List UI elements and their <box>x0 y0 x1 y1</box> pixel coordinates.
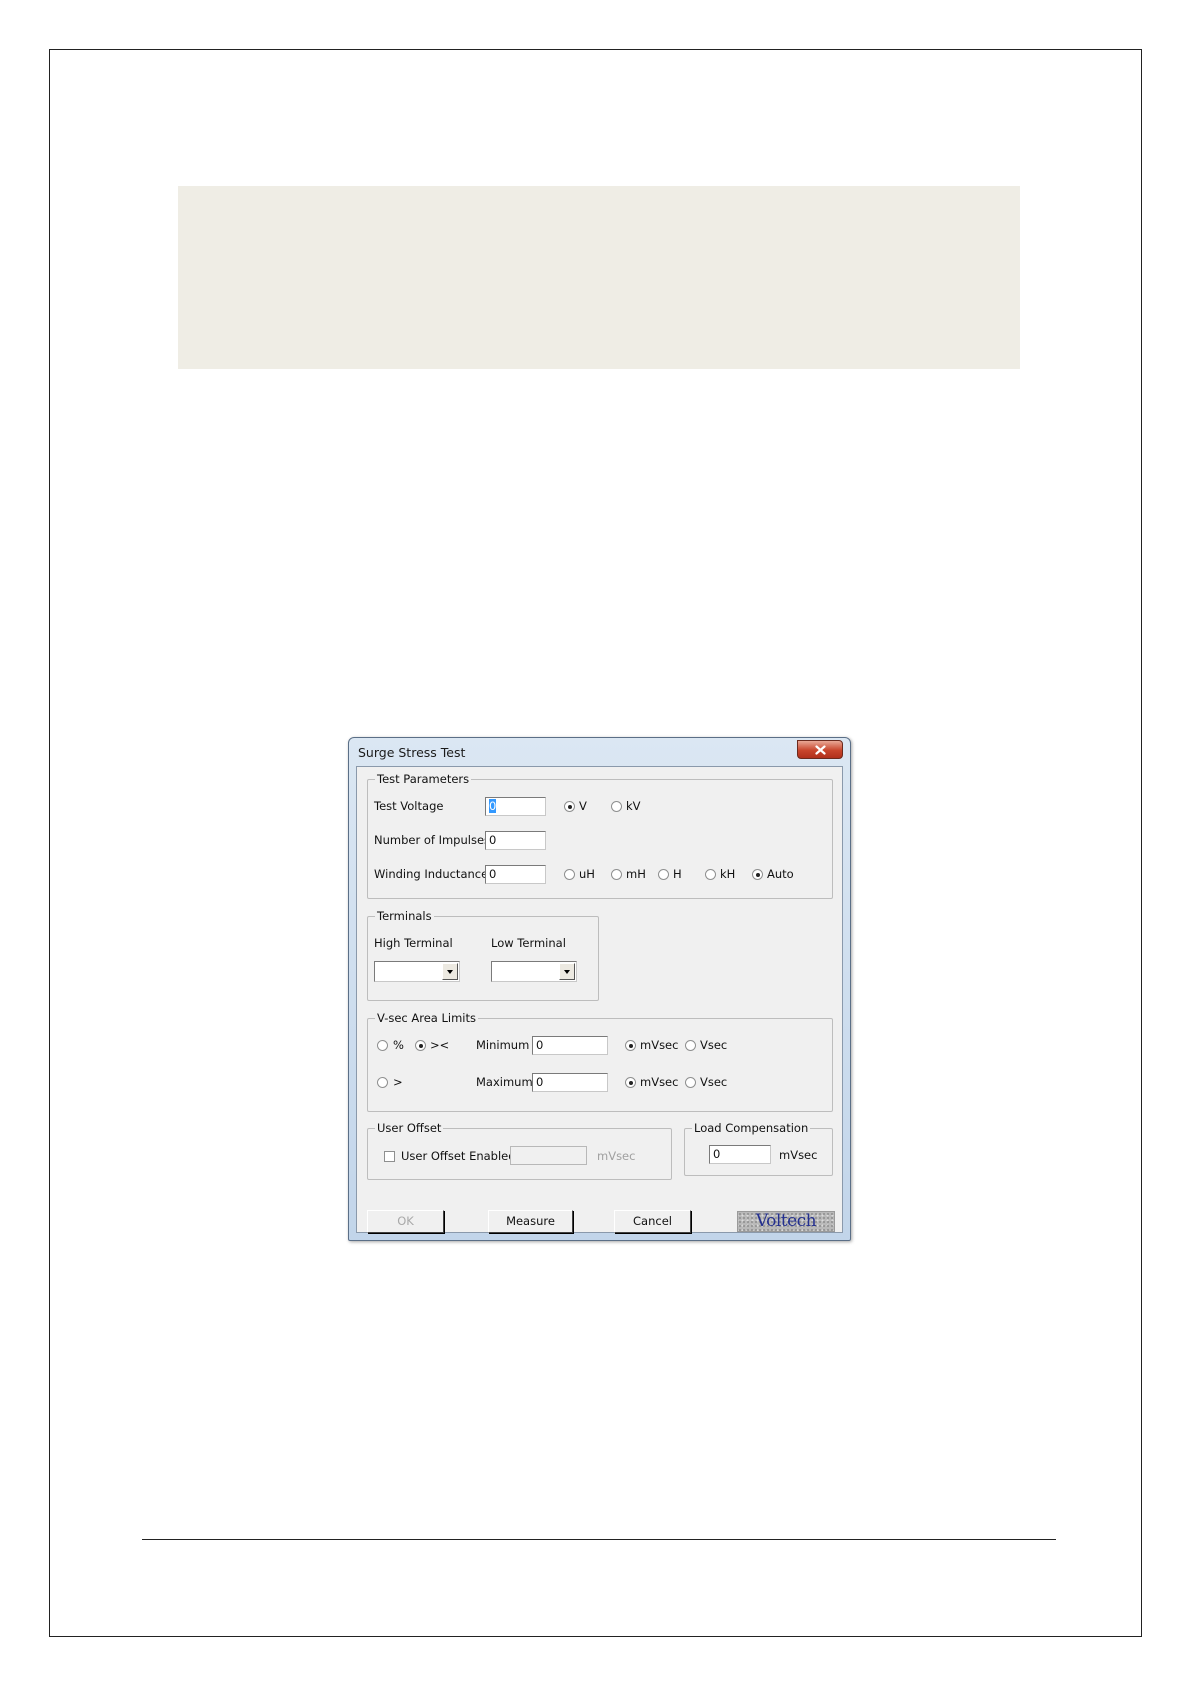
load-compensation-unit: mVsec <box>779 1148 818 1162</box>
terminals-legend: Terminals <box>375 909 434 923</box>
test-parameters-legend: Test Parameters <box>375 772 472 786</box>
high-terminal-select[interactable] <box>374 961 460 982</box>
maximum-unit-mvsec-radio[interactable] <box>625 1077 636 1088</box>
inductance-input[interactable]: 0 <box>485 865 546 884</box>
surge-stress-test-dialog: Surge Stress Test Test Parameters Test V… <box>348 737 851 1241</box>
maximum-label: Maximum <box>476 1075 533 1089</box>
dialog-client-area: Test Parameters Test Voltage 0 V kV Numb… <box>356 766 843 1233</box>
load-compensation-group: Load Compensation 0 mVsec <box>684 1121 833 1176</box>
unit-mh-radio[interactable] <box>611 869 622 880</box>
close-icon <box>814 744 826 755</box>
unit-kv-radio[interactable] <box>611 801 622 812</box>
unit-mh-label: mH <box>626 867 646 881</box>
user-offset-legend: User Offset <box>375 1121 444 1135</box>
minimum-unit-mvsec-label: mVsec <box>640 1038 679 1052</box>
user-offset-input[interactable] <box>510 1146 587 1165</box>
vsec-limits-legend: V-sec Area Limits <box>375 1011 479 1025</box>
dialog-titlebar[interactable]: Surge Stress Test <box>349 738 850 766</box>
maximum-unit-vsec-radio[interactable] <box>685 1077 696 1088</box>
maximum-input[interactable]: 0 <box>532 1073 608 1092</box>
unit-kh-label: kH <box>720 867 736 881</box>
mode-percent-radio[interactable] <box>377 1040 388 1051</box>
maximum-unit-vsec-label: Vsec <box>700 1075 728 1089</box>
test-voltage-input[interactable]: 0 <box>485 797 546 816</box>
unit-h-label: H <box>673 867 682 881</box>
mode-greater-label: > <box>393 1075 403 1089</box>
unit-auto-label: Auto <box>767 867 794 881</box>
user-offset-enabled-checkbox[interactable] <box>384 1151 395 1162</box>
mode-between-label: >< <box>430 1038 450 1052</box>
load-compensation-input[interactable]: 0 <box>709 1145 771 1164</box>
unit-v-label: V <box>579 799 587 813</box>
low-terminal-select[interactable] <box>491 961 577 982</box>
test-voltage-label: Test Voltage <box>374 799 444 813</box>
minimum-label: Minimum <box>476 1038 530 1052</box>
terminals-group: Terminals High Terminal Low Terminal <box>367 909 599 1001</box>
unit-uh-label: uH <box>579 867 595 881</box>
vsec-limits-group: V-sec Area Limits % >< > Minimum 0 mVsec… <box>367 1011 833 1112</box>
mode-between-radio[interactable] <box>415 1040 426 1051</box>
load-compensation-legend: Load Compensation <box>692 1121 811 1135</box>
user-offset-unit: mVsec <box>597 1149 636 1163</box>
unit-auto-radio[interactable] <box>752 869 763 880</box>
ok-button[interactable]: OK <box>367 1210 444 1233</box>
minimum-unit-mvsec-radio[interactable] <box>625 1040 636 1051</box>
low-terminal-label: Low Terminal <box>491 936 566 950</box>
impulses-label: Number of Impulses <box>374 833 491 847</box>
test-parameters-group: Test Parameters Test Voltage 0 V kV Numb… <box>367 772 833 899</box>
high-terminal-dropdown-icon[interactable] <box>442 963 458 980</box>
unit-uh-radio[interactable] <box>564 869 575 880</box>
low-terminal-dropdown-icon[interactable] <box>559 963 575 980</box>
unit-h-radio[interactable] <box>658 869 669 880</box>
measure-button[interactable]: Measure <box>488 1210 573 1233</box>
unit-kv-label: kV <box>626 799 641 813</box>
close-button[interactable] <box>797 740 843 759</box>
minimum-unit-vsec-label: Vsec <box>700 1038 728 1052</box>
dialog-title: Surge Stress Test <box>358 745 466 760</box>
minimum-unit-vsec-radio[interactable] <box>685 1040 696 1051</box>
maximum-unit-mvsec-label: mVsec <box>640 1075 679 1089</box>
user-offset-group: User Offset User Offset Enabled mVsec <box>367 1121 672 1180</box>
mode-percent-label: % <box>393 1038 404 1052</box>
cancel-button[interactable]: Cancel <box>614 1210 691 1233</box>
footer-rule <box>142 1539 1056 1540</box>
user-offset-enabled-label: User Offset Enabled <box>401 1149 516 1163</box>
header-band <box>178 186 1020 369</box>
unit-v-radio[interactable] <box>564 801 575 812</box>
inductance-label: Winding Inductance <box>374 867 489 881</box>
unit-kh-radio[interactable] <box>705 869 716 880</box>
high-terminal-label: High Terminal <box>374 936 453 950</box>
impulses-input[interactable]: 0 <box>485 831 546 850</box>
mode-greater-radio[interactable] <box>377 1077 388 1088</box>
voltech-logo: Voltech <box>737 1211 835 1232</box>
minimum-input[interactable]: 0 <box>532 1036 608 1055</box>
